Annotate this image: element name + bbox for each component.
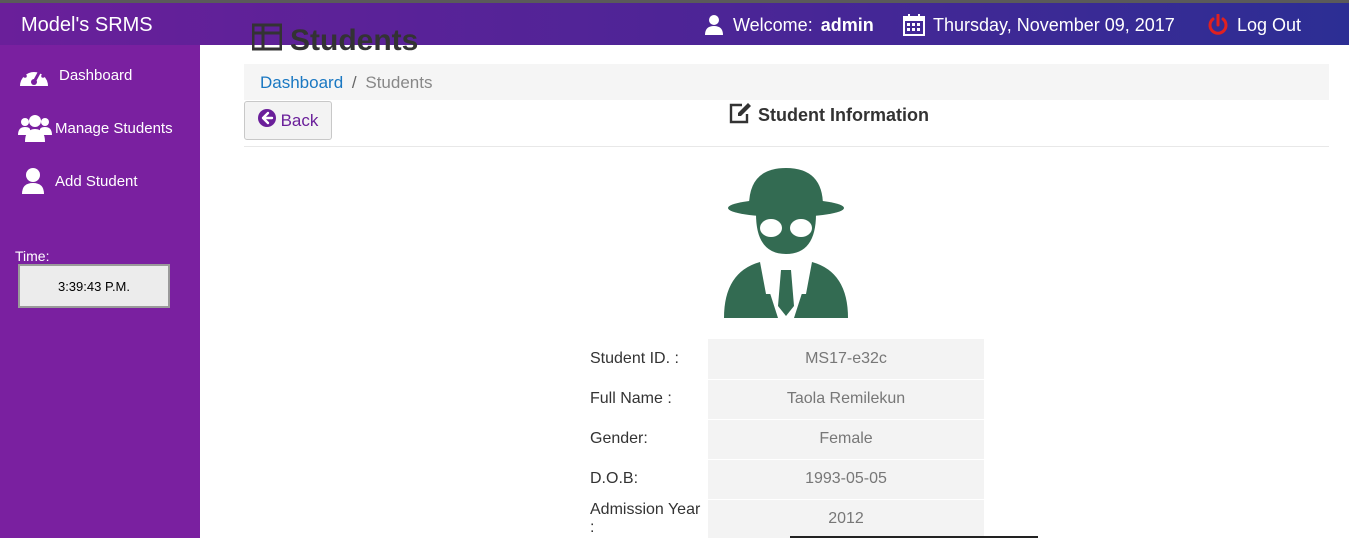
user-icon xyxy=(703,14,725,36)
table-row: Admission Year : 2012 xyxy=(590,499,984,538)
table-row: Full Name : Taola Remilekun xyxy=(590,379,984,420)
back-label: Back xyxy=(280,110,319,130)
spy-avatar-icon xyxy=(724,168,848,318)
breadcrumb-current: Students xyxy=(365,73,433,92)
sidebar-item-label: Add Student xyxy=(55,172,138,190)
table-icon xyxy=(251,23,283,59)
field-value: Taola Remilekun xyxy=(708,379,984,420)
back-button[interactable]: Back xyxy=(244,101,332,140)
sidebar: Dashboard Manage Students Add Student Ti… xyxy=(0,45,200,538)
edit-icon xyxy=(728,102,752,129)
breadcrumb: Dashboard / Students xyxy=(244,64,1329,100)
field-label: D.O.B: xyxy=(590,470,639,487)
student-avatar xyxy=(724,166,848,318)
field-value: MS17-e32c xyxy=(708,339,984,380)
field-label: Gender: xyxy=(590,430,648,447)
field-label: Full Name : xyxy=(590,390,672,407)
welcome-prefix: Welcome: xyxy=(733,14,813,35)
breadcrumb-separator: / xyxy=(351,73,357,92)
app-brand[interactable]: Model's SRMS xyxy=(21,14,153,37)
sidebar-item-label: Dashboard xyxy=(59,66,133,84)
field-value: 2012 xyxy=(708,499,984,538)
page-title-text: Students xyxy=(290,24,419,57)
sidebar-item-label: Manage Students xyxy=(55,119,173,137)
logout-link[interactable]: Log Out xyxy=(1207,14,1301,36)
table-row: Student ID. : MS17-e32c xyxy=(590,339,984,380)
section-title: Student Information xyxy=(728,102,929,129)
divider xyxy=(244,146,1329,147)
table-row: D.O.B: 1993-05-05 xyxy=(590,459,984,500)
welcome-user: Welcome: admin xyxy=(703,14,874,36)
breadcrumb-dashboard-link[interactable]: Dashboard xyxy=(260,73,343,92)
main-content: Students Dashboard / Students Back Stude… xyxy=(200,23,1349,538)
field-value: Female xyxy=(708,419,984,460)
users-icon xyxy=(18,113,52,143)
dashboard-icon xyxy=(18,60,52,90)
field-value: 1993-05-05 xyxy=(708,459,984,500)
calendar-icon xyxy=(903,14,925,36)
user-icon xyxy=(18,166,52,196)
time-label: Time: xyxy=(15,248,50,264)
field-label: Student ID. : xyxy=(590,350,679,367)
table-row: Gender: Female xyxy=(590,419,984,460)
page-title: Students xyxy=(251,23,419,59)
sidebar-item-dashboard[interactable]: Dashboard xyxy=(18,60,132,90)
section-title-text: Student Information xyxy=(758,105,929,125)
logout-label: Log Out xyxy=(1237,14,1302,35)
arrow-left-circle-icon xyxy=(257,109,276,132)
clock-display: 3:39:43 P.M. xyxy=(18,264,170,308)
sidebar-item-add-student[interactable]: Add Student xyxy=(18,166,138,196)
student-info-table: Student ID. : MS17-e32c Full Name : Taol… xyxy=(590,339,984,538)
power-icon xyxy=(1207,14,1229,36)
sidebar-item-manage-students[interactable]: Manage Students xyxy=(18,113,173,143)
welcome-username: admin xyxy=(820,14,874,35)
date-text: Thursday, November 09, 2017 xyxy=(933,14,1175,35)
current-date: Thursday, November 09, 2017 xyxy=(903,14,1175,36)
top-navbar: Model's SRMS Welcome: admin Thursday, No… xyxy=(0,0,1349,45)
field-label: Admission Year : xyxy=(590,501,701,536)
